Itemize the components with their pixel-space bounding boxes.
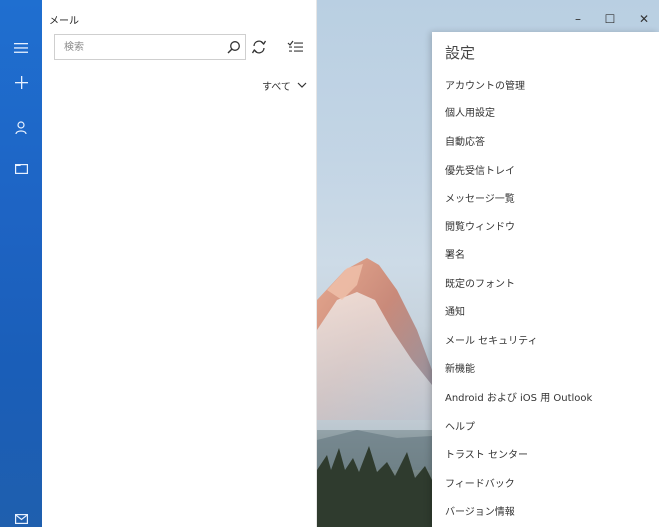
plus-icon[interactable] <box>0 68 42 96</box>
filter-dropdown[interactable]: すべて <box>262 78 307 93</box>
settings-item-manage-accounts[interactable]: アカウントの管理 <box>445 77 525 92</box>
settings-item-whats-new[interactable]: 新機能 <box>445 360 475 375</box>
settings-title: 設定 <box>445 44 476 62</box>
search-input[interactable] <box>55 35 223 59</box>
minimize-button[interactable]: – <box>564 10 592 28</box>
settings-item-automatic-replies[interactable]: 自動応答 <box>445 133 485 148</box>
settings-item-personalization[interactable]: 個人用設定 <box>445 104 495 119</box>
filter-label: すべて <box>262 82 291 93</box>
settings-item-email-security[interactable]: メール セキュリティ <box>445 332 538 347</box>
app-title: メール <box>49 16 79 27</box>
select-mode-icon[interactable] <box>284 36 306 58</box>
settings-item-reading-pane[interactable]: 閲覧ウィンドウ <box>445 218 515 233</box>
sync-icon[interactable] <box>248 36 270 58</box>
settings-item-default-font[interactable]: 既定のフォント <box>445 275 515 290</box>
mail-icon[interactable] <box>0 505 42 527</box>
nav-rail <box>0 0 42 527</box>
settings-item-message-list[interactable]: メッセージ一覧 <box>445 190 515 205</box>
settings-item-help[interactable]: ヘルプ <box>445 418 475 433</box>
folder-icon[interactable] <box>0 154 42 182</box>
settings-item-focused-inbox[interactable]: 優先受信トレイ <box>445 162 515 177</box>
settings-item-about[interactable]: バージョン情報 <box>445 503 515 518</box>
message-list-pane: すべて <box>42 0 317 527</box>
settings-item-feedback[interactable]: フィードバック <box>445 475 515 490</box>
settings-item-signature[interactable]: 署名 <box>445 246 465 261</box>
maximize-button[interactable]: ☐ <box>596 10 624 28</box>
settings-item-outlook-mobile[interactable]: Android および iOS 用 Outlook <box>445 389 592 404</box>
hamburger-icon[interactable] <box>0 34 42 62</box>
settings-item-trust-center[interactable]: トラスト センター <box>445 446 528 461</box>
search-icon[interactable] <box>223 35 245 59</box>
close-button[interactable]: ✕ <box>630 10 658 28</box>
settings-flyout: 設定 アカウントの管理 個人用設定 自動応答 優先受信トレイ メッセージ一覧 閲… <box>432 32 659 527</box>
settings-item-notifications[interactable]: 通知 <box>445 303 465 318</box>
chevron-down-icon <box>297 80 307 91</box>
search-box <box>54 34 246 60</box>
person-icon[interactable] <box>0 114 42 142</box>
